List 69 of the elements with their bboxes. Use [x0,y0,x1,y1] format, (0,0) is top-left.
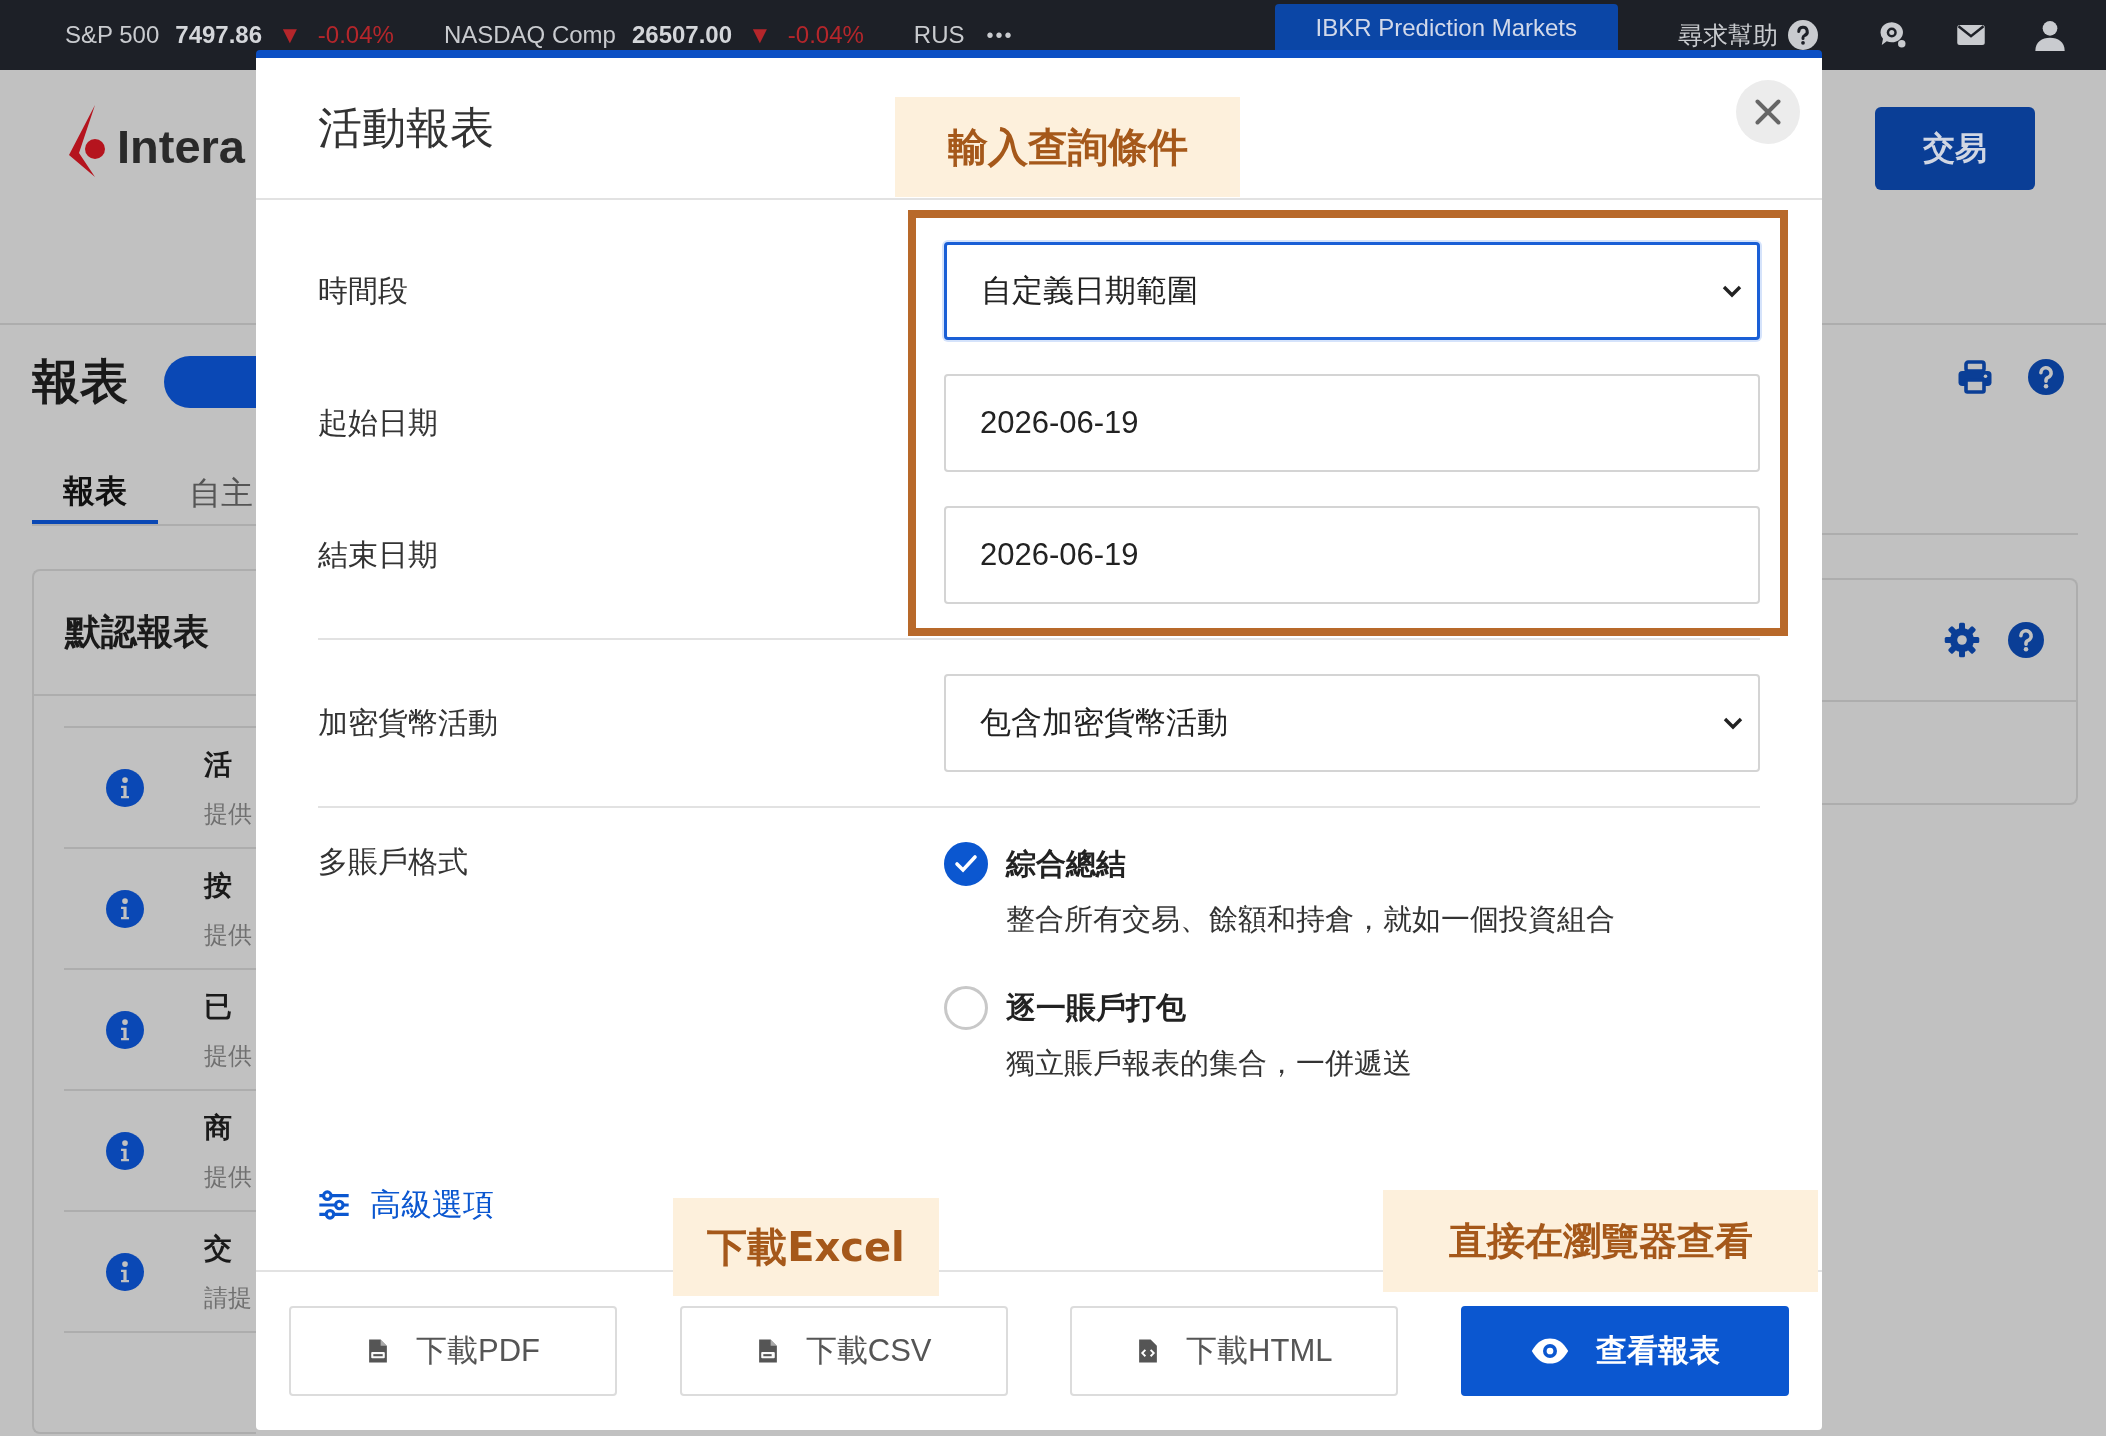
user-icon[interactable] [2034,19,2066,51]
report-description: 提供 [204,798,252,829]
trade-button[interactable]: 交易 [1875,107,2035,190]
report-description: 提供 [204,919,252,950]
ticker-change: -0.04% [787,21,864,49]
report-title[interactable]: 活 [204,745,252,784]
logo-text: Intera [117,119,245,174]
sliders-icon[interactable] [318,1190,350,1220]
option-description: 整合所有交易、餘額和持倉，就如一個投資組合 [1006,902,1616,937]
option-title: 逐一賬戶打包 [1006,989,1187,1026]
chat-icon[interactable] [1878,20,1908,50]
info-icon[interactable] [106,768,144,807]
close-icon [1754,98,1782,126]
annotation-label: 直接在瀏覽器查看 [1383,1190,1818,1292]
report-title[interactable]: 交 [204,1229,252,1268]
advanced-options-link[interactable]: 高級選項 [370,1184,494,1226]
ticker-value: 26507.00 [631,21,733,49]
download-csv-button[interactable]: 下載CSV [679,1306,1008,1396]
check-icon [954,854,978,874]
info-icon[interactable] [106,889,144,928]
report-title[interactable]: 按 [204,866,252,905]
radio-button[interactable] [944,842,988,886]
report-title[interactable]: 商 [204,1108,252,1147]
help-icon[interactable] [2028,359,2064,395]
down-arrow: ▼ [278,21,302,49]
annotation-label: 輸入查詢條件 [895,97,1240,197]
date-field[interactable]: 2026-06-19 [944,374,1760,472]
help-icon[interactable] [2008,622,2044,658]
field-label: 起始日期 [318,404,439,441]
help-link[interactable]: 尋求幫助 [1678,18,1778,52]
option-title: 綜合總結 [1006,845,1127,882]
more-button[interactable]: ••• [986,23,1014,47]
field-label: 時間段 [318,272,409,309]
ticker-name[interactable]: S&P 500 [65,21,160,49]
field-label: 結束日期 [318,536,439,573]
chevron-icon [1721,284,1743,298]
print-icon[interactable] [1956,359,1994,395]
date-field[interactable]: 2026-06-19 [944,506,1760,604]
field-label: 加密貨幣活動 [318,704,499,741]
mail-icon[interactable] [1956,23,1986,47]
download-html-button[interactable]: 下載HTML [1070,1306,1399,1396]
page-heading: 報表 [32,354,128,410]
markets-tab[interactable]: IBKR Prediction Markets [1274,4,1618,52]
ticker-value: 7497.86 [175,21,263,49]
view-report-button[interactable]: 查看報表 [1460,1306,1789,1396]
info-icon[interactable] [106,1131,144,1170]
report-description: 請提 [204,1282,252,1313]
help-icon[interactable] [1788,20,1818,50]
info-icon[interactable] [106,1010,144,1049]
download-pdf-button[interactable]: 下載PDF [289,1306,617,1396]
dropdown-field[interactable]: 自定義日期範圍 [944,242,1760,340]
ticker-name[interactable]: NASDAQ Comp [443,21,616,49]
annotation-label: 下載Excel [673,1198,939,1296]
field-label: 多賬戶格式 [318,844,469,880]
dropdown-field[interactable]: 包含加密貨幣活動 [944,674,1760,772]
ticker-change: -0.04% [317,21,394,49]
chevron-icon [1722,716,1744,730]
info-icon[interactable] [106,1252,144,1291]
down-arrow: ▼ [748,21,772,49]
page-tab[interactable]: 報表 [32,464,158,524]
settings-icon[interactable] [1944,622,1980,658]
option-description: 獨立賬戶報表的集合，一併遞送 [1006,1046,1413,1081]
ticker-name[interactable]: RUS [913,21,965,49]
eye-icon [1529,1337,1570,1365]
page-tab[interactable]: 自主 [158,464,256,524]
report-description: 提供 [204,1161,252,1192]
report-title[interactable]: 已 [204,987,252,1026]
dialog-title: 活動報表 [318,101,494,154]
report-description: 提供 [204,1040,252,1071]
